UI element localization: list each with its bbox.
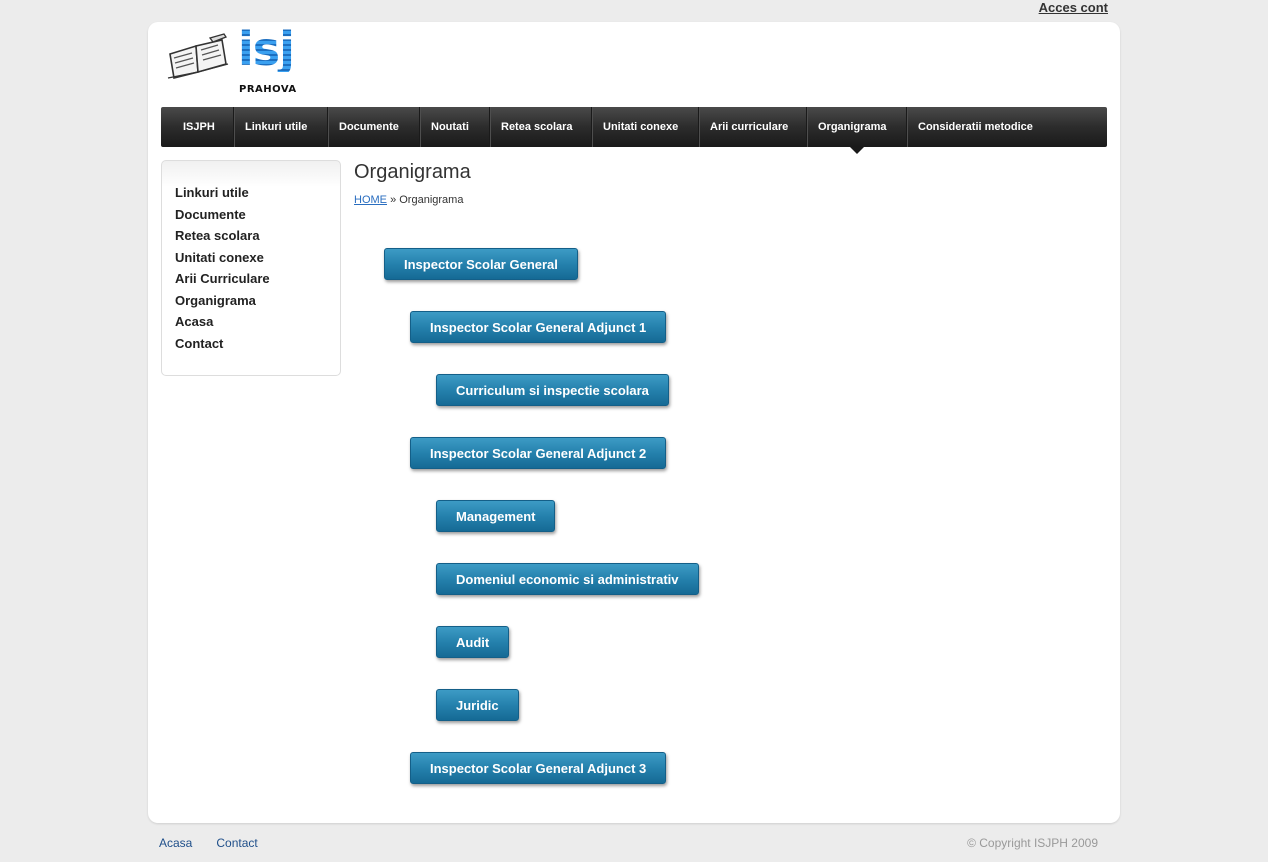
org-button-economic-administrativ[interactable]: Domeniul economic si administrativ <box>436 563 699 595</box>
book-icon <box>167 33 229 79</box>
sidebar-item-acasa[interactable]: Acasa <box>175 312 270 334</box>
sidebar-list: Linkuri utile Documente Retea scolara Un… <box>175 183 270 355</box>
logo[interactable]: isj PRAHOVA <box>166 26 306 98</box>
sidebar: Linkuri utile Documente Retea scolara Un… <box>161 160 341 376</box>
breadcrumb-separator: » <box>390 194 397 206</box>
nav-item-consideratii-metodice[interactable]: Consideratii metodice <box>907 107 1107 147</box>
page-container: isj PRAHOVA ISJPH Linkuri utile Document… <box>148 22 1120 823</box>
breadcrumb: HOME » Organigrama <box>354 194 463 206</box>
logo-region-text: PRAHOVA <box>239 84 297 95</box>
breadcrumb-current: Organigrama <box>399 194 464 206</box>
nav-item-retea-scolara[interactable]: Retea scolara <box>490 107 592 147</box>
acces-cont-link[interactable]: Acces cont <box>1039 0 1108 15</box>
nav-item-arii-curriculare[interactable]: Arii curriculare <box>699 107 807 147</box>
nav-item-isjph[interactable]: ISJPH <box>161 107 234 147</box>
footer-link-contact[interactable]: Contact <box>216 836 257 850</box>
sidebar-item-retea-scolara[interactable]: Retea scolara <box>175 226 270 248</box>
org-button-juridic[interactable]: Juridic <box>436 689 519 721</box>
org-button-adjunct-2[interactable]: Inspector Scolar General Adjunct 2 <box>410 437 667 469</box>
sidebar-item-arii-curriculare[interactable]: Arii Curriculare <box>175 269 270 291</box>
footer-link-acasa[interactable]: Acasa <box>159 836 192 850</box>
sidebar-item-unitati-conexe[interactable]: Unitati conexe <box>175 248 270 270</box>
logo-brand-text: isj <box>238 22 295 76</box>
nav-item-noutati[interactable]: Noutati <box>420 107 490 147</box>
nav-item-documente[interactable]: Documente <box>328 107 420 147</box>
main-nav: ISJPH Linkuri utile Documente Noutati Re… <box>161 107 1107 154</box>
copyright-text: © Copyright ISJPH 2009 <box>967 836 1098 850</box>
page-title: Organigrama <box>354 161 471 183</box>
nav-item-linkuri-utile[interactable]: Linkuri utile <box>234 107 328 147</box>
org-button-adjunct-1[interactable]: Inspector Scolar General Adjunct 1 <box>410 311 667 343</box>
footer-nav: Acasa Contact <box>159 836 282 850</box>
nav-item-unitati-conexe[interactable]: Unitati conexe <box>592 107 699 147</box>
sidebar-item-documente[interactable]: Documente <box>175 205 270 227</box>
sidebar-item-contact[interactable]: Contact <box>175 334 270 356</box>
nav-item-organigrama[interactable]: Organigrama <box>807 107 907 154</box>
org-button-adjunct-3[interactable]: Inspector Scolar General Adjunct 3 <box>410 752 667 784</box>
org-button-inspector-scolar-general[interactable]: Inspector Scolar General <box>384 248 578 280</box>
sidebar-item-organigrama[interactable]: Organigrama <box>175 291 270 313</box>
breadcrumb-home-link[interactable]: HOME <box>354 194 387 206</box>
org-button-curriculum-inspectie[interactable]: Curriculum si inspectie scolara <box>436 374 669 406</box>
sidebar-item-linkuri-utile[interactable]: Linkuri utile <box>175 183 270 205</box>
org-button-audit[interactable]: Audit <box>436 626 510 658</box>
org-button-management[interactable]: Management <box>436 500 556 532</box>
